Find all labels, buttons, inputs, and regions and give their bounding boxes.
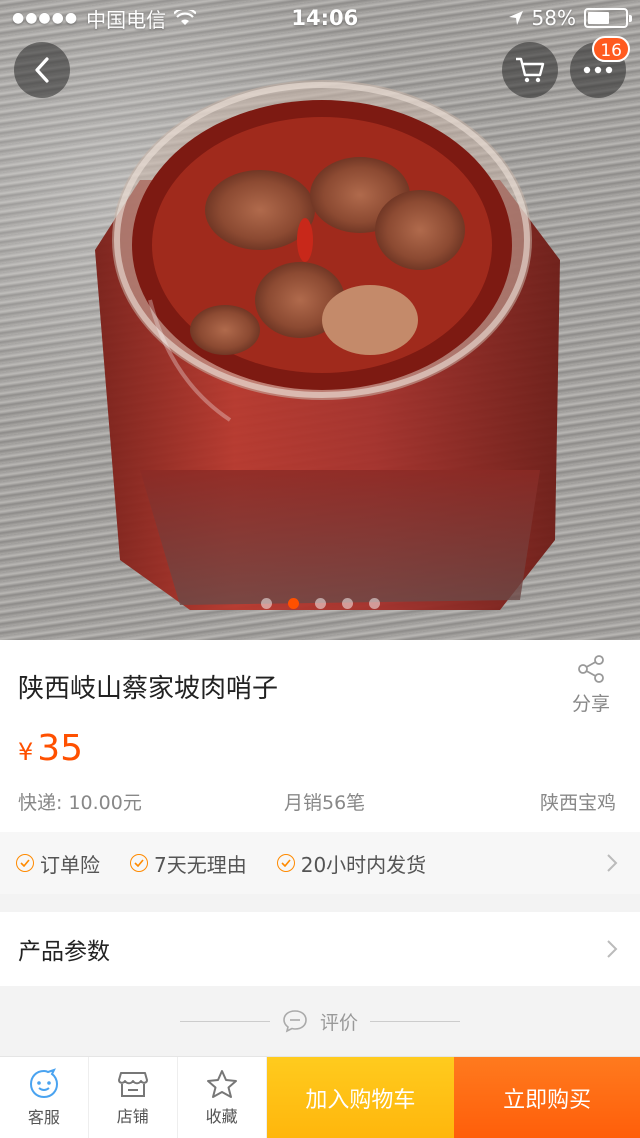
favorite-label: 收藏 — [205, 1107, 238, 1126]
gallery-dot — [341, 598, 353, 609]
guarantee-label: 7天无理由 — [154, 852, 247, 877]
product-detail-page: ●●●●● 中国电信 14:06 58% 16 陕西岐山蔡家坡肉哨子 ¥ 35 … — [0, 0, 640, 1138]
notification-badge: 16 — [592, 36, 630, 62]
customer-service-button[interactable]: 客服 — [0, 1057, 89, 1138]
service-guarantees[interactable]: 订单险 7天无理由 20小时内发货 — [0, 832, 640, 894]
product-price: ¥ 35 — [18, 728, 83, 769]
product-image[interactable] — [0, 0, 640, 640]
guarantee-item: 20小时内发货 — [276, 849, 427, 878]
more-icon — [583, 66, 613, 74]
add-to-cart-button[interactable]: 加入购物车 — [266, 1057, 455, 1138]
review-label: 评价 — [319, 1011, 358, 1034]
ship-location: 陕西宝鸡 — [540, 792, 617, 814]
bottom-action-bar: 客服 店铺 收藏 加入购物车 立即购买 — [0, 1056, 640, 1138]
product-title: 陕西岐山蔡家坡肉哨子 — [18, 674, 279, 704]
favorite-button[interactable]: 收藏 — [178, 1057, 267, 1138]
guarantee-item: 订单险 — [16, 849, 100, 878]
gallery-dot — [287, 598, 299, 609]
guarantee-item: 7天无理由 — [130, 849, 247, 878]
gallery-dot — [368, 598, 380, 609]
more-button[interactable]: 16 — [570, 36, 630, 98]
product-params-row[interactable]: 产品参数 — [0, 912, 640, 986]
divider-line — [179, 1020, 270, 1022]
status-bar: ●●●●● 中国电信 14:06 58% — [0, 0, 640, 36]
location-arrow-icon — [508, 11, 523, 25]
gallery-dot — [314, 598, 326, 609]
params-label: 产品参数 — [18, 939, 110, 965]
customer-service-icon — [29, 1068, 58, 1099]
share-button[interactable]: 分享 — [566, 654, 616, 716]
cart-button[interactable] — [502, 42, 558, 98]
customer-service-label: 客服 — [27, 1108, 60, 1127]
battery-fill — [588, 12, 609, 24]
check-circle-icon — [130, 854, 148, 872]
star-icon — [206, 1070, 237, 1098]
cart-icon — [516, 57, 545, 83]
check-circle-icon — [276, 854, 295, 872]
buy-now-button[interactable]: 立即购买 — [454, 1057, 640, 1138]
shop-button[interactable]: 店铺 — [89, 1057, 178, 1138]
monthly-sales: 月销56笔 — [284, 792, 366, 814]
shipping-fee: 快递: 10.00元 — [18, 792, 142, 814]
gallery-indicator — [0, 598, 640, 609]
check-circle-icon — [16, 854, 34, 872]
back-button[interactable] — [14, 42, 70, 98]
review-section-header: 评价 — [0, 996, 640, 1046]
shop-label: 店铺 — [116, 1107, 149, 1126]
price-value: 35 — [37, 728, 84, 769]
chevron-right-icon — [607, 854, 618, 872]
share-icon — [578, 655, 604, 683]
gallery-dot — [260, 598, 272, 609]
comment-icon — [283, 1010, 307, 1033]
shop-icon — [117, 1072, 148, 1097]
clock: 14:06 — [291, 6, 359, 30]
share-label: 分享 — [571, 693, 610, 715]
chevron-left-icon — [35, 57, 49, 83]
jar-illustration — [95, 80, 560, 610]
currency-symbol: ¥ — [18, 738, 34, 766]
chevron-right-icon — [607, 940, 618, 958]
battery-icon — [584, 8, 632, 28]
battery-percent: 58% — [531, 6, 576, 30]
guarantee-label: 订单险 — [40, 852, 100, 877]
divider-line — [370, 1020, 460, 1022]
signal-icon: ●●●●● — [12, 10, 79, 26]
guarantee-label: 20小时内发货 — [300, 852, 427, 877]
product-info: 陕西岐山蔡家坡肉哨子 ¥ 35 快递: 10.00元 月销56笔 陕西宝鸡 — [0, 640, 640, 832]
